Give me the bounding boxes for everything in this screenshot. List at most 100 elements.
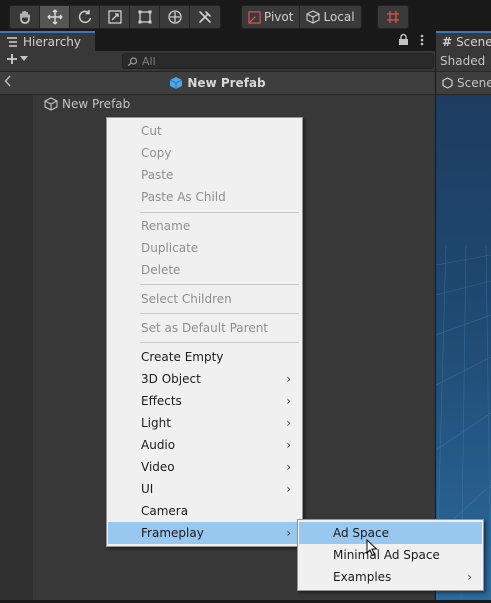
pivot-local-group: Pivot Local bbox=[241, 5, 362, 29]
menu-item-label: Paste As Child bbox=[141, 190, 226, 204]
submenu-arrow-icon: › bbox=[286, 394, 291, 408]
menu-separator bbox=[140, 342, 299, 343]
custom-tool-button[interactable] bbox=[190, 6, 220, 28]
hand-icon bbox=[19, 10, 30, 24]
search-input[interactable]: All bbox=[122, 53, 434, 69]
menu-item-label: Create Empty bbox=[141, 350, 224, 364]
menu-item-label: Effects bbox=[141, 394, 182, 408]
menu-item-label: Set as Default Parent bbox=[141, 321, 269, 335]
gameobject-cube-icon bbox=[44, 97, 58, 111]
menu-item-label: Frameplay bbox=[141, 526, 204, 540]
lock-icon[interactable] bbox=[398, 33, 409, 49]
grid-snap-icon bbox=[387, 11, 399, 23]
menu-item-video[interactable]: Video › bbox=[108, 456, 301, 478]
chevron-down-icon bbox=[20, 56, 28, 61]
pivot-icon bbox=[248, 10, 261, 24]
main-toolbar: Pivot Local bbox=[0, 0, 491, 31]
menu-item-3d-object[interactable]: 3D Object › bbox=[108, 368, 301, 390]
menu-item-label: 3D Object bbox=[141, 372, 201, 386]
menu-item-camera[interactable]: Camera bbox=[108, 500, 301, 522]
menu-item-label: Paste bbox=[141, 168, 174, 182]
menu-item-label: Camera bbox=[141, 504, 189, 518]
menu-item-duplicate[interactable]: Duplicate bbox=[108, 237, 301, 259]
tab-hierarchy[interactable]: Hierarchy bbox=[0, 31, 95, 51]
rotate-icon bbox=[78, 10, 91, 24]
transform-tool-button[interactable] bbox=[160, 6, 190, 28]
scene-breadcrumb[interactable]: Scene bbox=[436, 72, 491, 95]
create-dropdown-button[interactable] bbox=[6, 53, 28, 65]
menu-item-set-default-parent[interactable]: Set as Default Parent bbox=[108, 317, 301, 339]
pivot-label: Pivot bbox=[264, 10, 294, 24]
menu-item-label: Minimal Ad Space bbox=[333, 548, 440, 562]
grid-snap-group bbox=[377, 5, 409, 29]
prefab-header-title: New Prefab bbox=[187, 76, 266, 90]
prefab-breadcrumb-header: New Prefab bbox=[0, 72, 435, 95]
move-tool-button[interactable] bbox=[40, 6, 70, 28]
panel-menu-icon[interactable] bbox=[419, 33, 425, 47]
tools-icon bbox=[199, 11, 211, 23]
menu-item-light[interactable]: Light › bbox=[108, 412, 301, 434]
menu-item-label: Copy bbox=[141, 146, 172, 160]
scale-icon bbox=[107, 10, 122, 24]
menu-item-label: Audio bbox=[141, 438, 176, 452]
tree-item-label: New Prefab bbox=[62, 97, 131, 111]
scene-subtab-label: Scene bbox=[457, 76, 491, 90]
submenu-item-minimal-ad-space[interactable]: Minimal Ad Space bbox=[299, 544, 482, 566]
grid-snap-button[interactable] bbox=[378, 6, 408, 28]
menu-item-label: Examples bbox=[333, 570, 392, 584]
menu-item-select-children[interactable]: Select Children bbox=[108, 288, 301, 310]
menu-separator bbox=[140, 313, 299, 314]
submenu-arrow-icon: › bbox=[286, 416, 291, 430]
hierarchy-list-icon bbox=[7, 37, 17, 47]
back-chevron-icon[interactable] bbox=[4, 75, 12, 91]
rect-transform-icon bbox=[138, 10, 151, 24]
scene-grid-icon: # bbox=[442, 35, 453, 49]
menu-item-create-empty[interactable]: Create Empty bbox=[108, 346, 301, 368]
menu-item-audio[interactable]: Audio › bbox=[108, 434, 301, 456]
rect-tool-button[interactable] bbox=[130, 6, 160, 28]
menu-item-label: Select Children bbox=[141, 292, 232, 306]
local-cube-icon bbox=[306, 10, 321, 24]
menu-item-frameplay[interactable]: Frameplay › bbox=[108, 522, 301, 544]
prefab-cube-icon bbox=[170, 77, 183, 89]
local-toggle[interactable]: Local bbox=[300, 6, 360, 28]
mouse-pointer-icon bbox=[366, 538, 378, 560]
menu-item-label: Video bbox=[141, 460, 175, 474]
scene-tab-label: Scene bbox=[456, 35, 491, 49]
pivot-toggle[interactable]: Pivot bbox=[242, 6, 301, 28]
local-label: Local bbox=[323, 10, 355, 24]
menu-item-label: Duplicate bbox=[141, 241, 199, 255]
frameplay-submenu: Ad Space Minimal Ad Space Examples › bbox=[297, 519, 484, 591]
submenu-item-ad-space[interactable]: Ad Space bbox=[299, 522, 482, 544]
menu-item-rename[interactable]: Rename bbox=[108, 215, 301, 237]
menu-item-paste-as-child[interactable]: Paste As Child bbox=[108, 186, 301, 208]
menu-item-label: Ad Space bbox=[333, 526, 389, 540]
submenu-arrow-icon: › bbox=[286, 526, 291, 540]
hierarchy-tree-item[interactable]: New Prefab bbox=[44, 95, 130, 113]
hierarchy-gutter bbox=[0, 95, 33, 600]
shading-mode-dropdown[interactable]: Shaded bbox=[436, 51, 491, 71]
submenu-arrow-icon: › bbox=[467, 570, 472, 584]
move-icon bbox=[47, 9, 62, 25]
menu-item-delete[interactable]: Delete bbox=[108, 259, 301, 281]
menu-item-cut[interactable]: Cut bbox=[108, 120, 301, 142]
scene-unity-icon bbox=[442, 77, 453, 89]
submenu-item-examples[interactable]: Examples › bbox=[299, 566, 482, 588]
transform-tools bbox=[9, 5, 221, 29]
search-placeholder: All bbox=[142, 54, 156, 68]
submenu-arrow-icon: › bbox=[286, 482, 291, 496]
menu-item-copy[interactable]: Copy bbox=[108, 142, 301, 164]
menu-item-ui[interactable]: UI › bbox=[108, 478, 301, 500]
tab-scene[interactable]: # Scene bbox=[436, 31, 491, 51]
hand-tool-button[interactable] bbox=[10, 6, 40, 28]
rotate-tool-button[interactable] bbox=[70, 6, 100, 28]
menu-item-label: Light bbox=[141, 416, 171, 430]
submenu-arrow-icon: › bbox=[286, 438, 291, 452]
hierarchy-context-menu: Cut Copy Paste Paste As Child Rename Dup… bbox=[106, 117, 303, 547]
submenu-arrow-icon: › bbox=[286, 372, 291, 386]
menu-item-label: UI bbox=[141, 482, 154, 496]
menu-item-effects[interactable]: Effects › bbox=[108, 390, 301, 412]
scale-tool-button[interactable] bbox=[100, 6, 130, 28]
menu-item-paste[interactable]: Paste bbox=[108, 164, 301, 186]
shading-mode-label: Shaded bbox=[440, 54, 486, 68]
